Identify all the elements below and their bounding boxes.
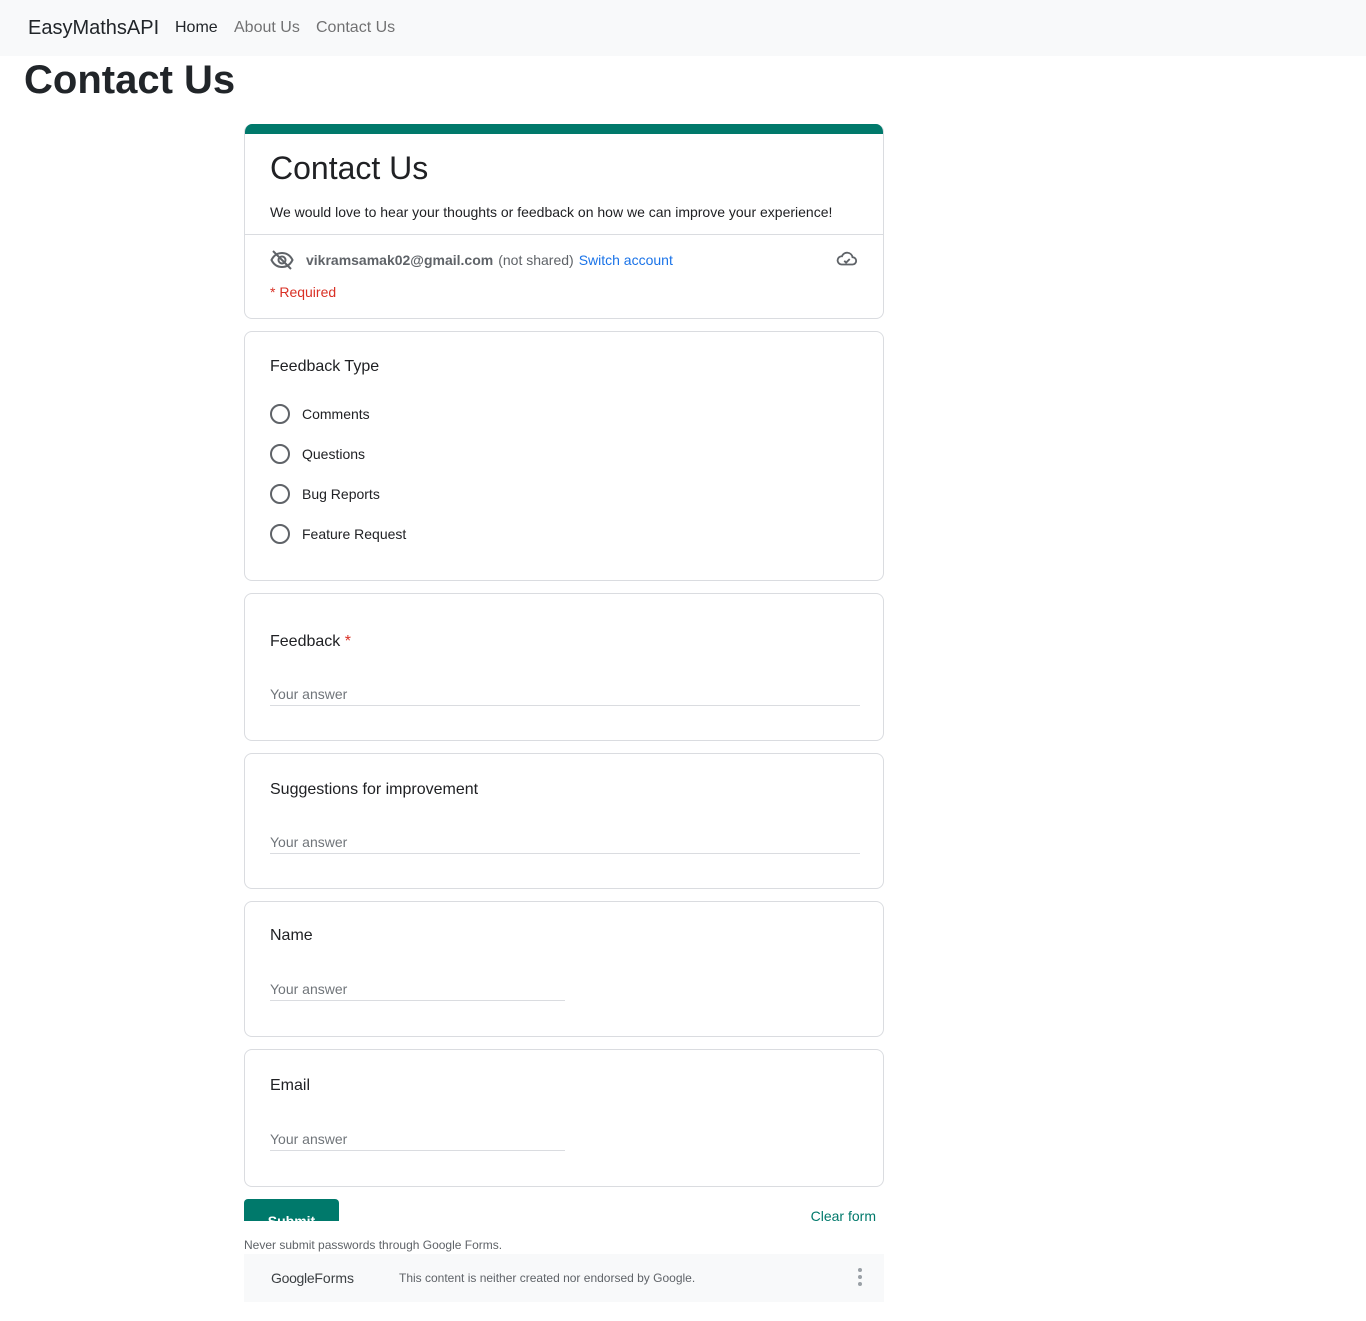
radio-label: Feature Request xyxy=(302,526,407,542)
name-input[interactable] xyxy=(270,977,565,1001)
account-not-shared: (not shared) xyxy=(498,252,574,268)
email-title: Email xyxy=(270,1077,311,1094)
radio-button[interactable] xyxy=(270,524,290,544)
radio-option-bug-reports[interactable]: Bug Reports xyxy=(270,484,380,504)
cloud-saved-icon xyxy=(836,251,858,266)
form-accent-bar xyxy=(245,124,883,134)
embedded-form: Contact Us We would love to hear your th… xyxy=(244,124,884,1221)
feedback-type-title: Feedback Type xyxy=(270,358,380,375)
required-star: * xyxy=(344,633,351,650)
suggestions-title: Suggestions for improvement xyxy=(270,781,479,798)
account-row: vikramsamak02@gmail.com (not shared) Swi… xyxy=(270,248,673,272)
email-input[interactable] xyxy=(270,1127,565,1151)
radio-option-feature-request[interactable]: Feature Request xyxy=(270,524,406,544)
radio-label: Bug Reports xyxy=(302,486,380,502)
nav-about-link[interactable]: About Us xyxy=(234,19,300,37)
radio-label: Comments xyxy=(302,406,370,422)
form-footer: GoogleForms This content is neither crea… xyxy=(244,1254,884,1302)
radio-button[interactable] xyxy=(270,444,290,464)
radio-option-comments[interactable]: Comments xyxy=(270,404,370,424)
radio-label: Questions xyxy=(302,446,366,462)
clear-form-button[interactable]: Clear form xyxy=(811,1208,876,1221)
required-note: * Required xyxy=(270,284,337,300)
form-description: We would love to hear your thoughts or f… xyxy=(270,204,833,220)
suggestions-input[interactable] xyxy=(270,830,860,854)
nav-home-link[interactable]: Home xyxy=(175,19,218,37)
feedback-input[interactable] xyxy=(270,682,860,706)
feedback-title-text: Feedback xyxy=(270,633,341,650)
logo-google-text: Google xyxy=(271,1270,315,1286)
feedback-title: Feedback * xyxy=(270,633,351,651)
feedback-type-card: Feedback Type Comments Questions Bug Rep… xyxy=(244,331,884,581)
logo-forms-text: Forms xyxy=(314,1270,355,1286)
footer-disclaimer: This content is neither created nor endo… xyxy=(399,1271,696,1285)
nav-contact-link[interactable]: Contact Us xyxy=(316,19,395,37)
feedback-card: Feedback * xyxy=(244,593,884,741)
password-warning: Never submit passwords through Google Fo… xyxy=(244,1238,503,1252)
brand-link[interactable]: EasyMathsAPI xyxy=(28,17,159,40)
navbar: EasyMathsAPI Home About Us Contact Us xyxy=(0,0,1366,56)
form-header-card: Contact Us We would love to hear your th… xyxy=(244,124,884,319)
suggestions-card: Suggestions for improvement xyxy=(244,753,884,889)
radio-button[interactable] xyxy=(270,484,290,504)
more-vert-icon[interactable] xyxy=(856,1268,864,1288)
eye-off-icon xyxy=(270,250,294,270)
submit-button[interactable]: Submit xyxy=(244,1199,339,1221)
google-forms-logo[interactable]: GoogleForms xyxy=(271,1270,354,1286)
switch-account-link[interactable]: Switch account xyxy=(579,252,673,268)
radio-button[interactable] xyxy=(270,404,290,424)
account-email: vikramsamak02@gmail.com xyxy=(306,252,494,268)
name-card: Name xyxy=(244,901,884,1037)
email-card: Email xyxy=(244,1049,884,1187)
name-title: Name xyxy=(270,927,313,944)
header-divider xyxy=(245,234,883,235)
page-title: Contact Us xyxy=(24,58,236,102)
form-title: Contact Us xyxy=(270,150,429,186)
radio-option-questions[interactable]: Questions xyxy=(270,444,365,464)
